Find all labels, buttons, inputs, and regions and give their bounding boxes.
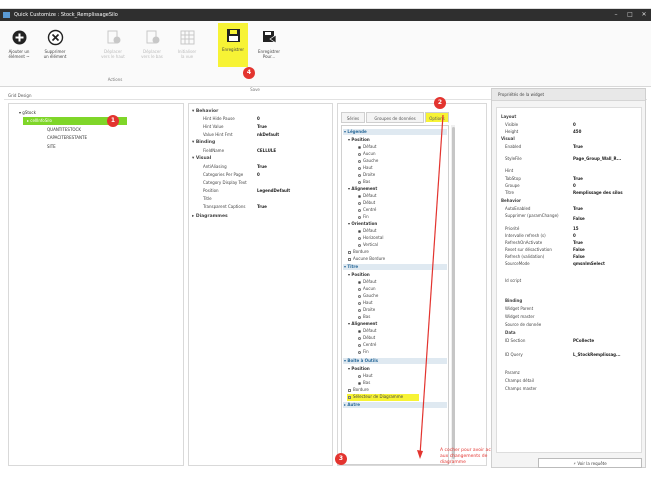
voir-requete-button[interactable]: ⚡ Voir la requête xyxy=(538,458,642,468)
properties-header: Propriétés de la widget xyxy=(492,89,645,101)
props-section-data: Data xyxy=(505,330,516,335)
prop-key: Source de donnée xyxy=(505,322,542,327)
prop-value[interactable]: Page_Group_Wall_R... xyxy=(573,156,621,161)
prop-key: Visible xyxy=(505,122,519,127)
prop-key: Supprimer (paramChange) xyxy=(505,213,559,218)
prop-key: Champs master xyxy=(505,386,537,391)
prop-key: RefreshOnActivate xyxy=(505,240,543,245)
prop-key: Enabled xyxy=(505,144,522,149)
bottom-margin xyxy=(0,471,651,483)
props-section-visual: Visual xyxy=(501,136,515,141)
prop-key: Widget Parent xyxy=(505,306,534,311)
prop-key: Intervalle refresh (s) xyxy=(505,233,546,238)
prop-key: ID Section xyxy=(505,338,526,343)
prop-key: Paramz xyxy=(505,370,520,375)
prop-value[interactable]: PCollecte xyxy=(573,338,594,343)
prop-key: Widget master xyxy=(505,314,535,319)
prop-value[interactable]: qmsnImSelect xyxy=(573,261,605,266)
prop-value[interactable]: 0 xyxy=(573,183,576,188)
prop-key: Groupe xyxy=(505,183,520,188)
prop-key: TabStop xyxy=(505,176,521,181)
properties-list: Layout Visible 0 Height 450 Visual Enabled… xyxy=(496,107,642,453)
prop-value[interactable]: L_StockRemplissag... xyxy=(573,352,621,357)
prop-value[interactable]: 450 xyxy=(573,129,581,134)
prop-key: SourceMode xyxy=(505,261,530,266)
prop-value[interactable]: 0 xyxy=(573,122,576,127)
prop-value[interactable]: False xyxy=(573,254,585,259)
prop-key: Hint xyxy=(505,168,514,173)
prop-key: AutoEnabled xyxy=(505,206,531,211)
arrow-head xyxy=(417,450,423,459)
prop-value[interactable]: True xyxy=(573,240,583,245)
props-section-behavior: Behavior xyxy=(501,198,522,203)
props-section-layout: Layout xyxy=(501,114,517,119)
prop-key: ID Query xyxy=(505,352,523,357)
prop-key: Priorité xyxy=(505,226,520,231)
prop-key: Height xyxy=(505,129,519,134)
arrow-line xyxy=(419,114,444,456)
voir-requete-label: Voir la requête xyxy=(577,461,607,466)
prop-key: Titre xyxy=(505,190,515,195)
prop-key: Reset sur désactivation xyxy=(505,247,552,252)
prop-value[interactable]: True xyxy=(573,144,583,149)
prop-key: Refresh (validation) xyxy=(505,254,545,259)
prop-value[interactable]: False xyxy=(573,216,585,221)
prop-key: Champs détail xyxy=(505,378,534,383)
prop-value[interactable]: False xyxy=(573,247,585,252)
prop-value[interactable]: True xyxy=(573,206,583,211)
prop-key: StyleFile xyxy=(505,156,522,161)
prop-value[interactable]: True xyxy=(573,176,583,181)
widget-properties-panel: Propriétés de la widget Layout Visible 0 … xyxy=(491,88,646,468)
prop-value[interactable]: 15 xyxy=(573,226,579,231)
props-section-binding: Binding xyxy=(505,298,523,303)
prop-key: Id script xyxy=(505,278,522,283)
prop-value[interactable]: 0 xyxy=(573,233,576,238)
prop-value[interactable]: Remplissage des silos xyxy=(573,190,623,195)
